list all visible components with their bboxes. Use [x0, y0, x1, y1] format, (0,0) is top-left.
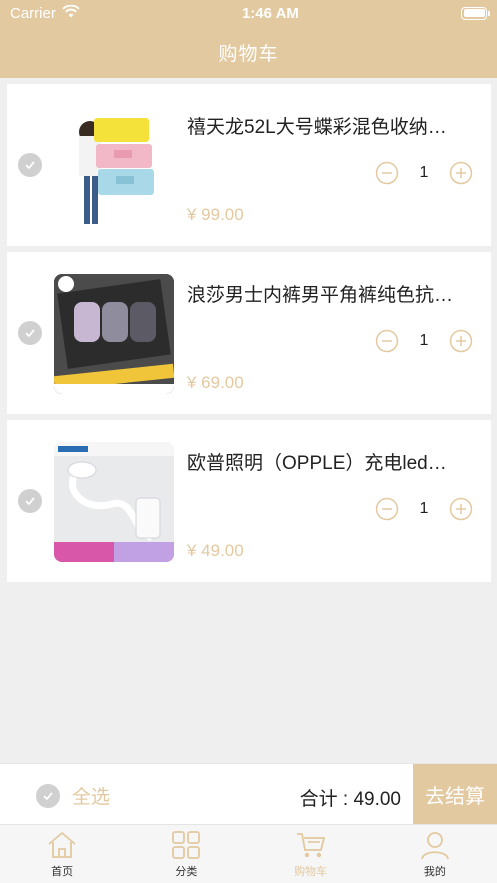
tab-label: 我的	[423, 866, 446, 878]
item-checkbox[interactable]	[18, 489, 42, 513]
status-bar: Carrier 1:46 AM	[0, 0, 497, 26]
quantity-value: 1	[419, 332, 429, 349]
item-title[interactable]: 欧普照明（OPPLE）充电led…	[187, 448, 479, 475]
plus-icon[interactable]	[449, 329, 473, 353]
plus-icon[interactable]	[449, 161, 473, 185]
select-all[interactable]: 全选	[36, 782, 110, 809]
desk-lamp-photo[interactable]	[54, 442, 174, 562]
minus-icon[interactable]	[375, 161, 399, 185]
nav-bar: 购物车	[0, 26, 497, 78]
quantity-stepper: 1	[375, 329, 473, 353]
checkout-button[interactable]: 去结算	[413, 764, 497, 824]
page-title: 购物车	[218, 43, 279, 65]
quantity-value: 1	[419, 164, 429, 181]
cart-item[interactable]: 禧天龙52L大号蝶彩混色收纳… 1 ¥ 99.00	[7, 84, 491, 246]
quantity-stepper: 1	[375, 161, 473, 185]
cart-item[interactable]: 浪莎男士内裤男平角裤纯色抗… 1 ¥ 69.00	[7, 252, 491, 414]
storage-box-photo[interactable]	[54, 106, 174, 226]
item-price: ¥ 49.00	[187, 541, 244, 560]
tab-category[interactable]: 分类	[124, 825, 248, 883]
wifi-icon	[62, 4, 80, 22]
cart-item[interactable]: 欧普照明（OPPLE）充电led… 1 ¥ 49.00	[7, 420, 491, 582]
tab-home[interactable]: 首页	[0, 825, 124, 883]
tab-cart[interactable]: 购物车	[249, 825, 373, 883]
tab-label: 分类	[175, 866, 198, 878]
plus-icon[interactable]	[449, 497, 473, 521]
cart-icon	[296, 833, 325, 858]
minus-icon[interactable]	[375, 329, 399, 353]
underwear-photo[interactable]	[54, 274, 174, 394]
tab-label: 购物车	[294, 866, 328, 878]
status-time: 1:46 AM	[241, 4, 299, 22]
item-title[interactable]: 禧天龙52L大号蝶彩混色收纳…	[187, 112, 479, 139]
tab-profile[interactable]: 我的	[373, 825, 497, 883]
status-left: Carrier	[10, 4, 80, 22]
select-all-label[interactable]: 全选	[72, 782, 110, 809]
item-checkbox[interactable]	[18, 321, 42, 345]
select-all-checkbox[interactable]	[36, 783, 60, 808]
total-amount: 合计 : 49.00	[299, 789, 401, 810]
tab-label: 首页	[51, 866, 74, 878]
item-checkbox[interactable]	[18, 153, 42, 177]
grid-icon	[172, 831, 201, 859]
item-price: ¥ 69.00	[187, 373, 244, 392]
checkout-bar: 全选 合计 : 49.00 去结算	[0, 763, 497, 824]
quantity-value: 1	[419, 500, 429, 517]
user-icon	[420, 832, 449, 860]
item-title[interactable]: 浪莎男士内裤男平角裤纯色抗…	[187, 280, 479, 307]
tab-bar: 首页 分类 购物车 我的	[0, 824, 497, 883]
battery-icon	[461, 6, 490, 20]
minus-icon[interactable]	[375, 497, 399, 521]
item-price: ¥ 99.00	[187, 205, 244, 224]
home-icon	[48, 831, 76, 858]
quantity-stepper: 1	[375, 497, 473, 521]
carrier-label: Carrier	[10, 4, 56, 22]
